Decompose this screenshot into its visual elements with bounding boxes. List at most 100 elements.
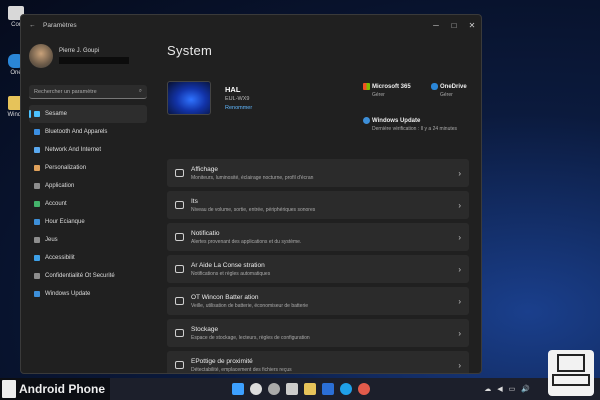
card-sub: Espace de stockage, lecteurs, règles de … [191, 334, 310, 341]
sidebar-item-gaming[interactable]: Jeus [29, 231, 147, 249]
sidebar-item-personalization[interactable]: Personalization [29, 159, 147, 177]
chevron-left-icon[interactable]: ◀ [497, 385, 502, 393]
keyboard-logo-watermark [548, 350, 594, 396]
windows-update-tile[interactable]: Windows Update Dernière vérification : I… [363, 117, 473, 132]
onedrive-tile[interactable]: OneDrive Gérer [431, 83, 467, 98]
phone-logo-icon [2, 380, 16, 398]
moon-icon [175, 265, 184, 273]
card-nearby-sharing[interactable]: EPottige de proximité Détectabilité, empl… [167, 351, 469, 373]
word-icon[interactable] [322, 383, 334, 395]
settings-window: ← Paramètres ─ □ ✕ Pierre J. Goupi Reche… [20, 14, 482, 374]
network-icon [34, 147, 40, 153]
device-name: HAL [225, 85, 241, 94]
sidebar: Pierre J. Goupi Rechercher un paramètre … [21, 35, 155, 373]
cloud-icon[interactable]: ☁ [484, 385, 491, 393]
brush-icon [34, 165, 40, 171]
card-sub: Détectabilité, emplacement des fichiers … [191, 366, 292, 373]
watermark-text: Android Phone [19, 382, 105, 396]
sidebar-item-label: Application [45, 183, 75, 189]
explorer-icon[interactable] [304, 383, 316, 395]
card-storage[interactable]: Stockage Espace de stockage, lecteurs, rè… [167, 319, 469, 347]
bell-icon [175, 233, 184, 241]
minimize-button[interactable]: ─ [427, 21, 445, 30]
card-title: Notificatio [191, 229, 220, 237]
volume-icon[interactable]: 🔊 [521, 385, 530, 393]
card-focus-assist[interactable]: Ar Aide La Conse stration Notifications e… [167, 255, 469, 283]
search-input[interactable]: Rechercher un paramètre ⌕ [29, 85, 147, 99]
sidebar-item-system[interactable]: Sesame [29, 105, 147, 123]
system-tray: ☁ ◀ ▭ 🔊 [484, 385, 530, 393]
maximize-button[interactable]: □ [445, 21, 463, 30]
card-sub: Veille, utilisation de batterie, économi… [191, 302, 309, 309]
title-bar: ← Paramètres ─ □ ✕ [21, 15, 481, 35]
sidebar-item-accounts[interactable]: Account [29, 195, 147, 213]
card-title: Ar Aide La Conse stration [191, 261, 265, 269]
card-notifications[interactable]: Notificatio Alertes provenant des applica… [167, 223, 469, 251]
windows-update-sub: Dernière vérification : Il y a 24 minute… [372, 126, 458, 132]
avatar [29, 44, 53, 68]
battery-icon[interactable]: ▭ [509, 385, 516, 393]
drive-icon [175, 329, 184, 337]
windows-update-title: Windows Update [372, 117, 421, 124]
chrome-icon[interactable] [358, 383, 370, 395]
wallpaper-thumbnail [167, 81, 211, 115]
keyboard-logo-icon [552, 374, 590, 386]
sidebar-item-label: Network And Internet [45, 147, 102, 153]
onedrive-sub: Gérer [440, 92, 453, 98]
sidebar-item-network[interactable]: Network And Internet [29, 141, 147, 159]
sidebar-item-windows-update[interactable]: Windows Update [29, 285, 147, 303]
sidebar-item-label: Windows Update [45, 291, 91, 297]
sidebar-item-bluetooth[interactable]: Bluetooth And Apparels [29, 123, 147, 141]
settings-icon[interactable] [268, 383, 280, 395]
window-title: Paramètres [43, 21, 77, 29]
files-icon[interactable] [286, 383, 298, 395]
profile-email-redacted [59, 57, 129, 64]
monitor-icon [175, 169, 184, 177]
sidebar-item-privacy[interactable]: Confidentialité Ot Securité [29, 267, 147, 285]
sidebar-item-apps[interactable]: Application [29, 177, 147, 195]
search-icon[interactable] [250, 383, 262, 395]
sidebar-item-label: Bluetooth And Apparels [45, 129, 108, 135]
chevron-right-icon: › [458, 296, 461, 306]
chevron-right-icon: › [458, 328, 461, 338]
android-phone-watermark: Android Phone [0, 378, 110, 400]
skype-icon[interactable] [340, 383, 352, 395]
apps-icon [34, 183, 40, 189]
sidebar-item-label: Jeus [45, 237, 58, 243]
sidebar-nav: Sesame Bluetooth And Apparels Network An… [29, 105, 147, 303]
search-placeholder: Rechercher un paramètre [34, 88, 97, 95]
sidebar-item-label: Hour Ecianque [45, 219, 85, 225]
start-icon[interactable] [232, 383, 244, 395]
accessibility-icon [34, 255, 40, 261]
card-sub: Moniteurs, luminosité, éclairage nocturn… [191, 174, 314, 181]
page-title: System [167, 43, 213, 58]
card-sub: Notifications et règles automatiques [191, 270, 271, 277]
update-icon [34, 291, 40, 297]
card-power-battery[interactable]: OT Wincon Batter ation Veille, utilisatio… [167, 287, 469, 315]
power-icon [175, 297, 184, 305]
chevron-right-icon: › [458, 360, 461, 370]
device-model: EUL-WX9 [225, 96, 250, 102]
close-button[interactable]: ✕ [463, 21, 481, 30]
gamepad-icon [34, 237, 40, 243]
bluetooth-icon [34, 129, 40, 135]
card-sound[interactable]: Its Niveau de volume, sortie, entrée, pér… [167, 191, 469, 219]
rename-link[interactable]: Renommer [225, 105, 252, 111]
search-icon: ⌕ [138, 88, 142, 94]
sidebar-item-label: Account [45, 201, 67, 207]
user-profile[interactable]: Pierre J. Goupi [29, 41, 147, 71]
shield-icon [34, 273, 40, 279]
sidebar-item-accessibility[interactable]: Accessibilit [29, 249, 147, 267]
microsoft365-title: Microsoft 365 [372, 83, 411, 90]
microsoft365-tile[interactable]: Microsoft 365 Gérer [363, 83, 411, 98]
sidebar-item-time-language[interactable]: Hour Ecianque [29, 213, 147, 231]
card-display[interactable]: Affichage Moniteurs, luminosité, éclairag… [167, 159, 469, 187]
card-title: Affichage [191, 165, 218, 173]
chevron-right-icon: › [458, 200, 461, 210]
card-sub: Alertes provenant des applications et du… [191, 238, 302, 245]
monitor-logo-icon [557, 354, 585, 372]
onedrive-title: OneDrive [440, 83, 467, 90]
chevron-right-icon: › [458, 264, 461, 274]
back-arrow-icon[interactable]: ← [29, 22, 43, 29]
profile-name: Pierre J. Goupi [59, 48, 100, 54]
